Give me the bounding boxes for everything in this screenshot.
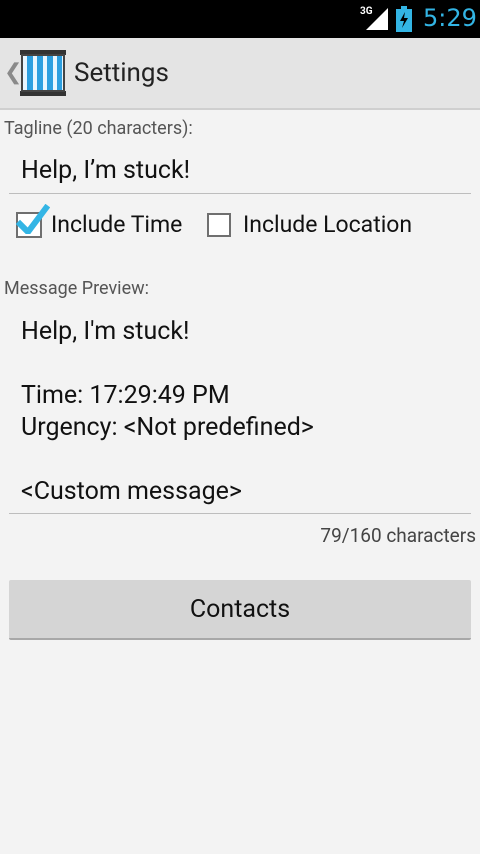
preview-label: Message Preview: <box>4 278 149 299</box>
include-location-label[interactable]: Include Location <box>243 211 412 238</box>
action-bar: ❮ Settings <box>0 38 480 110</box>
character-counter: 79/160 characters <box>320 524 476 547</box>
app-icon[interactable] <box>20 50 66 100</box>
include-time-label[interactable]: Include Time <box>51 211 182 238</box>
preview-line: Help, I'm stuck! <box>21 317 190 346</box>
battery-icon <box>396 6 412 36</box>
tagline-input[interactable]: Help, I’m stuck! <box>9 148 471 194</box>
checkmark-icon <box>16 204 50 234</box>
tagline-label: Tagline (20 characters): <box>4 118 193 139</box>
clock: 5:29 <box>423 4 477 32</box>
signal-icon <box>366 8 388 34</box>
status-bar: 3G 5:29 <box>0 0 480 38</box>
preview-line: Time: 17:29:49 PM <box>21 381 230 410</box>
message-preview-text: Help, I'm stuck! Time: 17:29:49 PM Urgen… <box>21 316 314 508</box>
include-time-checkbox[interactable] <box>16 204 50 238</box>
preview-line-blank <box>21 444 314 476</box>
preview-line: Urgency: <Not predefined> <box>21 413 314 442</box>
include-location-checkbox[interactable] <box>207 213 231 237</box>
page-title: Settings <box>74 58 169 88</box>
preview-line: <Custom message> <box>21 477 242 506</box>
contacts-button-label: Contacts <box>189 594 291 624</box>
preview-line-blank <box>21 348 314 380</box>
contacts-button[interactable]: Contacts <box>9 580 471 640</box>
tagline-value: Help, I’m stuck! <box>21 156 191 185</box>
